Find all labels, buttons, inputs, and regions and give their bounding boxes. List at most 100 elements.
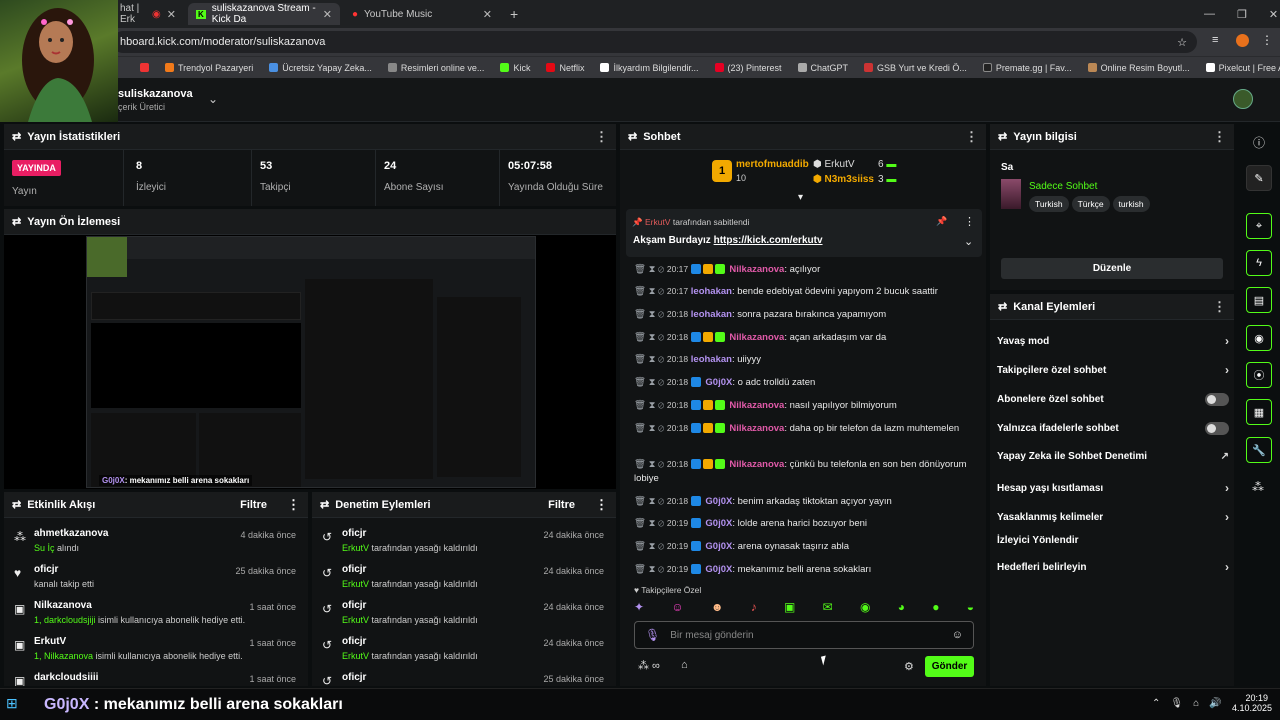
- second-gifter-name[interactable]: ⬢ ErkutV: [813, 159, 855, 170]
- bookmark-item[interactable]: Trendyol Pazaryeri: [165, 63, 253, 73]
- stream-info-panel: ⇄ Yayın bilgisi ⋮ Sa Sadece Sohbet Turkish…: [990, 124, 1234, 290]
- channel-points-icon[interactable]: ⁂ ∞: [638, 659, 660, 672]
- emote-icon[interactable]: ◕: [898, 600, 905, 616]
- emoji-icon[interactable]: ☺: [952, 629, 963, 641]
- windows-start-icon[interactable]: ⊞: [6, 695, 18, 712]
- lightning-icon[interactable]: ϟ: [1246, 250, 1272, 276]
- channel-points-icon[interactable]: ⁂: [1252, 480, 1264, 494]
- more-icon[interactable]: ⋮: [1213, 299, 1226, 315]
- filter-button[interactable]: Filtre: [240, 499, 267, 511]
- url-field[interactable]: hboard.kick.com/moderator/suliskazanova ☆: [112, 31, 1197, 53]
- bookmark-item[interactable]: ChatGPT: [797, 63, 848, 73]
- bookmark-item[interactable]: Kick: [500, 63, 530, 73]
- close-icon[interactable]: ✕: [323, 8, 332, 21]
- edit-button[interactable]: Düzenle: [1001, 258, 1223, 279]
- emote-only-toggle[interactable]: [1205, 422, 1229, 435]
- tray-icons[interactable]: ⌃🎙⌂🔊: [1152, 698, 1232, 709]
- more-icon[interactable]: ⋮: [964, 215, 975, 228]
- followers-only-action[interactable]: Takipçilere özel sohbet ›: [997, 363, 1229, 377]
- more-icon[interactable]: ⋮: [595, 497, 608, 513]
- clip-icon[interactable]: ⌖: [1246, 213, 1272, 239]
- store-icon[interactable]: ⌂: [681, 659, 688, 671]
- stat-subscribers: 24 Abone Sayısı: [376, 150, 500, 206]
- emote-icon[interactable]: ✦: [634, 600, 644, 616]
- close-icon[interactable]: ✕: [167, 8, 176, 21]
- bookmark-item[interactable]: Netflix: [546, 63, 584, 73]
- bookmark-item[interactable]: (23) Pinterest: [714, 63, 782, 73]
- pinned-link[interactable]: https://kick.com/erkutv: [714, 235, 823, 246]
- tab-youtube-music[interactable]: ● YouTube Music ✕: [344, 3, 500, 25]
- browser-menu-icon[interactable]: ⋮: [1261, 33, 1273, 47]
- tab-kick-dashboard[interactable]: Ksuliskazanova Stream - Kick Da ✕: [188, 3, 340, 25]
- tag[interactable]: Türkçe: [1071, 196, 1110, 212]
- third-gifter-name[interactable]: ⬢ N3m3siiss: [813, 174, 874, 185]
- more-icon[interactable]: ⋮: [965, 129, 978, 145]
- emote-icon[interactable]: ☺: [671, 600, 683, 616]
- tab-erkutv[interactable]: hat | Erk ◉ ✕: [112, 3, 184, 25]
- slow-mode-action[interactable]: Yavaş mod ›: [997, 334, 1229, 348]
- emote-icon[interactable]: ♪: [751, 600, 757, 616]
- microphone-icon[interactable]: 🎙: [645, 628, 660, 642]
- send-button[interactable]: Gönder: [925, 656, 974, 677]
- layout-icon[interactable]: ▦: [1246, 399, 1272, 425]
- category-name[interactable]: Sadece Sohbet: [1029, 181, 1097, 192]
- bookmark-item[interactable]: Premate.gg | Fav...: [982, 63, 1072, 73]
- emote-icon[interactable]: ☻: [711, 600, 724, 616]
- banned-words-action[interactable]: Yasaklanmış kelimeler ›: [997, 510, 1229, 524]
- media-control-icon[interactable]: ≡: [1212, 34, 1218, 46]
- chevron-down-icon[interactable]: ⌄: [208, 92, 218, 106]
- goals-action[interactable]: Hedefleri belirleyin ›: [997, 560, 1229, 574]
- bookmark-item[interactable]: İlkyardım Bilgilendir...: [600, 63, 699, 73]
- emote-icon[interactable]: ●: [932, 600, 939, 616]
- ai-moderation-action[interactable]: Yapay Zeka ile Sohbet Denetimi ↗: [997, 451, 1229, 462]
- bookmark-star-icon[interactable]: ☆: [1177, 36, 1187, 49]
- more-icon[interactable]: ⋮: [595, 129, 608, 145]
- clock[interactable]: 20:19 4.10.2025: [1232, 693, 1272, 713]
- kick-icon: K: [196, 9, 206, 19]
- chat-bubble-icon[interactable]: ◉: [1246, 325, 1272, 351]
- bookmark-item[interactable]: Online Resim Boyutl...: [1087, 63, 1190, 73]
- emote-icon[interactable]: ◉: [860, 600, 870, 616]
- profile-icon[interactable]: [1236, 34, 1249, 47]
- bookmark-item[interactable]: GSB Yurt ve Kredi Ö...: [864, 63, 967, 73]
- unpin-icon[interactable]: 📌: [936, 216, 947, 227]
- account-age-action[interactable]: Hesap yaşı kısıtlaması ›: [997, 481, 1229, 495]
- chat-input[interactable]: 🎙 Bir mesaj gönderin ☺: [634, 621, 974, 649]
- new-tab-button[interactable]: +: [502, 3, 526, 25]
- stream-info-header: ⇄ Yayın bilgisi ⋮: [990, 124, 1234, 150]
- edit-icon[interactable]: ✎: [1246, 165, 1272, 191]
- bookmark-item[interactable]: Pixelcut | Free AI Ph...: [1205, 63, 1280, 73]
- chevron-down-icon[interactable]: ⌄: [964, 235, 973, 248]
- close-window-icon[interactable]: ✕: [1269, 8, 1278, 21]
- filter-button[interactable]: Filtre: [548, 499, 575, 511]
- emote-icon[interactable]: ◒: [967, 600, 974, 616]
- info-icon[interactable]: ⓘ: [1253, 134, 1265, 151]
- chat-message: 🗑 ⧗ ⊘ 20:18 Nilkazanova: çünkü bu telefo…: [634, 459, 967, 484]
- wrench-icon[interactable]: 🔧: [1246, 437, 1272, 463]
- bookmark-youtube[interactable]: [140, 63, 149, 72]
- emote-icon[interactable]: ✉: [823, 600, 833, 616]
- more-icon[interactable]: ⋮: [287, 497, 300, 513]
- bookmark-item[interactable]: Resimleri online ve...: [387, 63, 484, 73]
- channel-points-icon: ⁂: [14, 530, 26, 544]
- avatar[interactable]: [1233, 89, 1253, 109]
- raid-action[interactable]: İzleyici Yönlendir: [997, 535, 1229, 546]
- tag[interactable]: Turkish: [1029, 196, 1069, 212]
- top-gifter-name[interactable]: mertofmuaddib: [736, 159, 809, 170]
- preview-header: ⇄ Yayın Ön İzlemesi: [4, 209, 616, 235]
- bookmark-item[interactable]: Ücretsiz Yapay Zeka...: [269, 63, 372, 73]
- preview-panel: ⇄ Yayın Ön İzlemesi G0j0X: mekanımız bell…: [4, 209, 616, 489]
- more-icon[interactable]: ⋮: [1213, 129, 1226, 145]
- minimize-icon[interactable]: —: [1204, 8, 1215, 20]
- tag[interactable]: turkish: [1112, 196, 1150, 212]
- emote-icon[interactable]: ▣: [784, 600, 795, 616]
- document-icon[interactable]: ▤: [1246, 287, 1272, 313]
- gear-icon[interactable]: ⚙: [904, 660, 914, 673]
- restore-icon[interactable]: ❐: [1237, 8, 1247, 21]
- stream-preview-video[interactable]: G0j0X: mekanımız belli arena sokakları: [86, 236, 536, 488]
- subscribers-only-toggle[interactable]: [1205, 393, 1229, 406]
- expand-leaderboard-icon[interactable]: ▾: [798, 192, 803, 203]
- close-icon[interactable]: ✕: [483, 8, 492, 21]
- broadcast-icon[interactable]: ⦿: [1246, 362, 1272, 388]
- second-gifter-count: 6 ▬: [878, 159, 897, 170]
